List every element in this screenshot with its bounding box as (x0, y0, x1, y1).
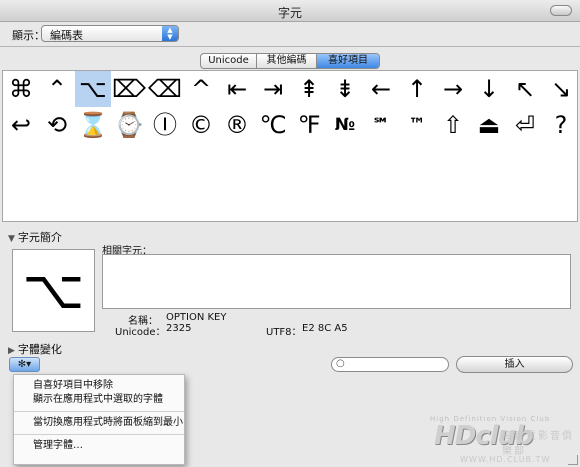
char-cell[interactable]: ℃ (255, 107, 291, 143)
character-grid: ⌘ ⌃ ⌥ ⌦ ⌫ ^ ⇤ ⇥ ⇞ ⇟ ← ↑ → ↓ ↖ ↘ ↩ ⟲ ⌛ ⌚ … (2, 70, 578, 222)
char-cell[interactable]: ⌃ (39, 71, 75, 107)
view-select[interactable]: 編碼表 ▲ ▼ (41, 25, 179, 42)
char-info-disclosure[interactable]: ▼ 字元簡介 (8, 229, 62, 245)
char-cell[interactable]: ↖ (507, 71, 543, 107)
disclosure-triangle-down-icon: ▼ (8, 234, 15, 244)
char-cell[interactable]: ⇧ (435, 107, 471, 143)
hdclub-watermark: High Definition Vision Club HDclub 高畫質影音… (420, 415, 580, 467)
character-viewer-window: 字元 顯示： 編碼表 ▲ ▼ Unicode 其他編碼 喜好項目 ⌘ ⌃ ⌥ ⌦ … (0, 0, 580, 467)
char-cell-selected[interactable]: ⌥ (75, 71, 111, 107)
char-cell[interactable]: ⌛ (75, 107, 111, 143)
tab-unicode[interactable]: Unicode (201, 54, 257, 68)
utf8-label: UTF8： (266, 327, 302, 338)
char-cell[interactable]: ⌫ (147, 71, 183, 107)
toolbar-toggle-button[interactable] (550, 5, 572, 16)
window-title: 字元 (277, 6, 302, 20)
char-cell[interactable]: ⇟ (327, 71, 363, 107)
gear-menu-button[interactable]: ✻▾ (9, 357, 40, 372)
utf8-value: E2 8C A5 (302, 323, 348, 334)
menu-item-remove-favorite[interactable]: 自喜好項目中移除 (14, 379, 184, 393)
char-cell[interactable]: ↑ (399, 71, 435, 107)
char-cell[interactable]: ← (363, 71, 399, 107)
font-variation-disclosure[interactable]: ▶ 字體變化 (8, 341, 62, 357)
char-cell[interactable]: № (327, 107, 363, 143)
char-cell[interactable]: ⌦ (111, 71, 147, 107)
menu-separator (14, 434, 184, 435)
toolbar: 顯示： 編碼表 ▲ ▼ (0, 22, 580, 46)
char-cell[interactable]: ↓ (471, 71, 507, 107)
tab-bar: Unicode 其他編碼 喜好項目 (200, 53, 380, 69)
char-info-label: 字元簡介 (17, 231, 62, 244)
char-cell[interactable]: ⇞ (291, 71, 327, 107)
insert-button[interactable]: 插入 (456, 356, 573, 373)
char-preview: ⌥ (12, 249, 95, 332)
char-cell[interactable]: ? (543, 107, 579, 143)
char-cell[interactable]: ® (219, 107, 255, 143)
char-cell[interactable]: ⇤ (219, 71, 255, 107)
font-variation-label: 字體變化 (17, 343, 62, 356)
char-cell[interactable]: → (435, 71, 471, 107)
chevron-updown-icon: ▲ ▼ (162, 26, 178, 41)
char-cell[interactable]: ⇥ (255, 71, 291, 107)
view-select-value: 編碼表 (50, 29, 83, 42)
char-cell[interactable]: ⌚ (111, 107, 147, 143)
preview-glyph: ⌥ (22, 258, 85, 321)
name-value: OPTION KEY (166, 312, 227, 323)
char-cell[interactable]: ⌘ (3, 71, 39, 107)
resize-grip[interactable] (568, 455, 578, 465)
title-bar[interactable]: 字元 (0, 0, 580, 22)
char-cell[interactable]: © (183, 107, 219, 143)
char-cell[interactable]: ↩ (3, 107, 39, 143)
char-cell[interactable]: Ⓘ (147, 107, 183, 143)
watermark-url: WWW.HD.CLUB.TW (460, 455, 551, 464)
menu-item-manage-fonts[interactable]: 管理字體… (14, 439, 184, 453)
char-cell[interactable]: ^ (183, 71, 219, 107)
unicode-value: 2325 (166, 323, 192, 334)
char-cell[interactable]: ℉ (291, 107, 327, 143)
char-cell[interactable]: ℠ (363, 107, 399, 143)
watermark-cjk: 高畫質影音俱樂部 (502, 431, 574, 457)
char-cell[interactable]: ⏏ (471, 107, 507, 143)
unicode-label: Unicode： (115, 327, 166, 338)
char-cell[interactable]: ™ (399, 107, 435, 143)
char-cell[interactable]: ⏎ (507, 107, 543, 143)
gear-dropdown-menu: 自喜好項目中移除 顯示在應用程式中選取的字體 當切換應用程式時將面板縮到最小 管… (13, 374, 185, 465)
menu-item-minimize-on-switch[interactable]: 當切換應用程式時將面板縮到最小 (14, 416, 184, 430)
search-icon: ○ (336, 358, 345, 369)
disclosure-triangle-right-icon: ▶ (8, 346, 15, 356)
char-cell[interactable]: ↘ (543, 71, 579, 107)
menu-separator (14, 411, 184, 412)
tab-favorites[interactable]: 喜好項目 (317, 54, 379, 68)
related-chars-box[interactable] (102, 254, 571, 309)
menu-item-show-selected-font[interactable]: 顯示在應用程式中選取的字體 (14, 393, 184, 407)
char-cell[interactable]: ⟲ (39, 107, 75, 143)
tab-other-encodings[interactable]: 其他編碼 (257, 54, 317, 68)
search-field[interactable]: ○ (331, 357, 449, 372)
toolbar-divider (0, 46, 580, 47)
